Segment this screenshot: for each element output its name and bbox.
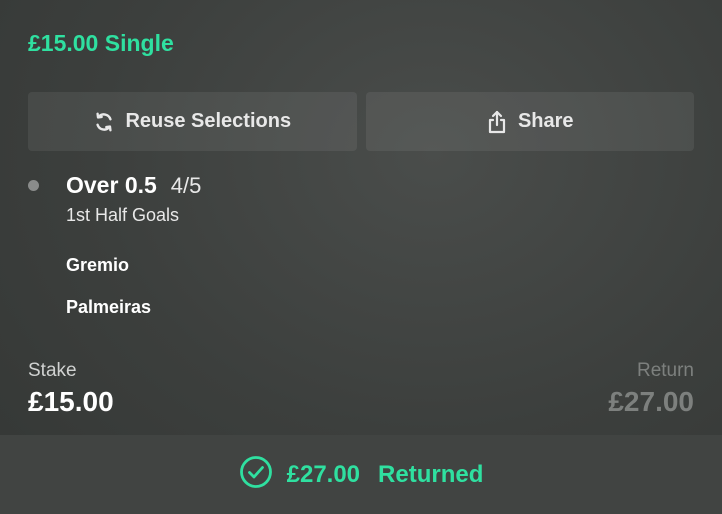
selection-market: 1st Half Goals	[66, 205, 180, 225]
bet-actions: Reuse Selections Share	[28, 92, 694, 151]
home-team: Gremio	[66, 255, 130, 275]
selection-odds: 4/5	[170, 173, 202, 198]
result-amount: £27.00	[286, 460, 361, 488]
share-icon	[486, 110, 508, 134]
selection-status-dot	[28, 180, 39, 191]
result-text: £27.00 Returned	[287, 461, 484, 489]
share-label: Share	[517, 110, 574, 132]
stake-label: Stake	[28, 360, 77, 381]
bet-title: £15.00 Single	[28, 30, 174, 56]
check-circle-icon	[239, 455, 273, 494]
refresh-icon	[93, 111, 115, 133]
return-label: Return	[636, 360, 694, 381]
selection-header: Over 0.5 4/5	[66, 172, 201, 199]
reuse-selections-label: Reuse Selections	[125, 110, 292, 132]
share-button[interactable]: Share	[365, 92, 694, 151]
selection-name: Over 0.5	[66, 172, 157, 198]
result-status: Returned	[378, 460, 484, 488]
result-banner: £27.00 Returned	[0, 435, 722, 514]
reuse-selections-button[interactable]: Reuse Selections	[28, 92, 357, 151]
return-value: £27.00	[608, 386, 694, 417]
stake-value: £15.00	[28, 386, 114, 417]
away-team: Palmeiras	[66, 297, 152, 317]
